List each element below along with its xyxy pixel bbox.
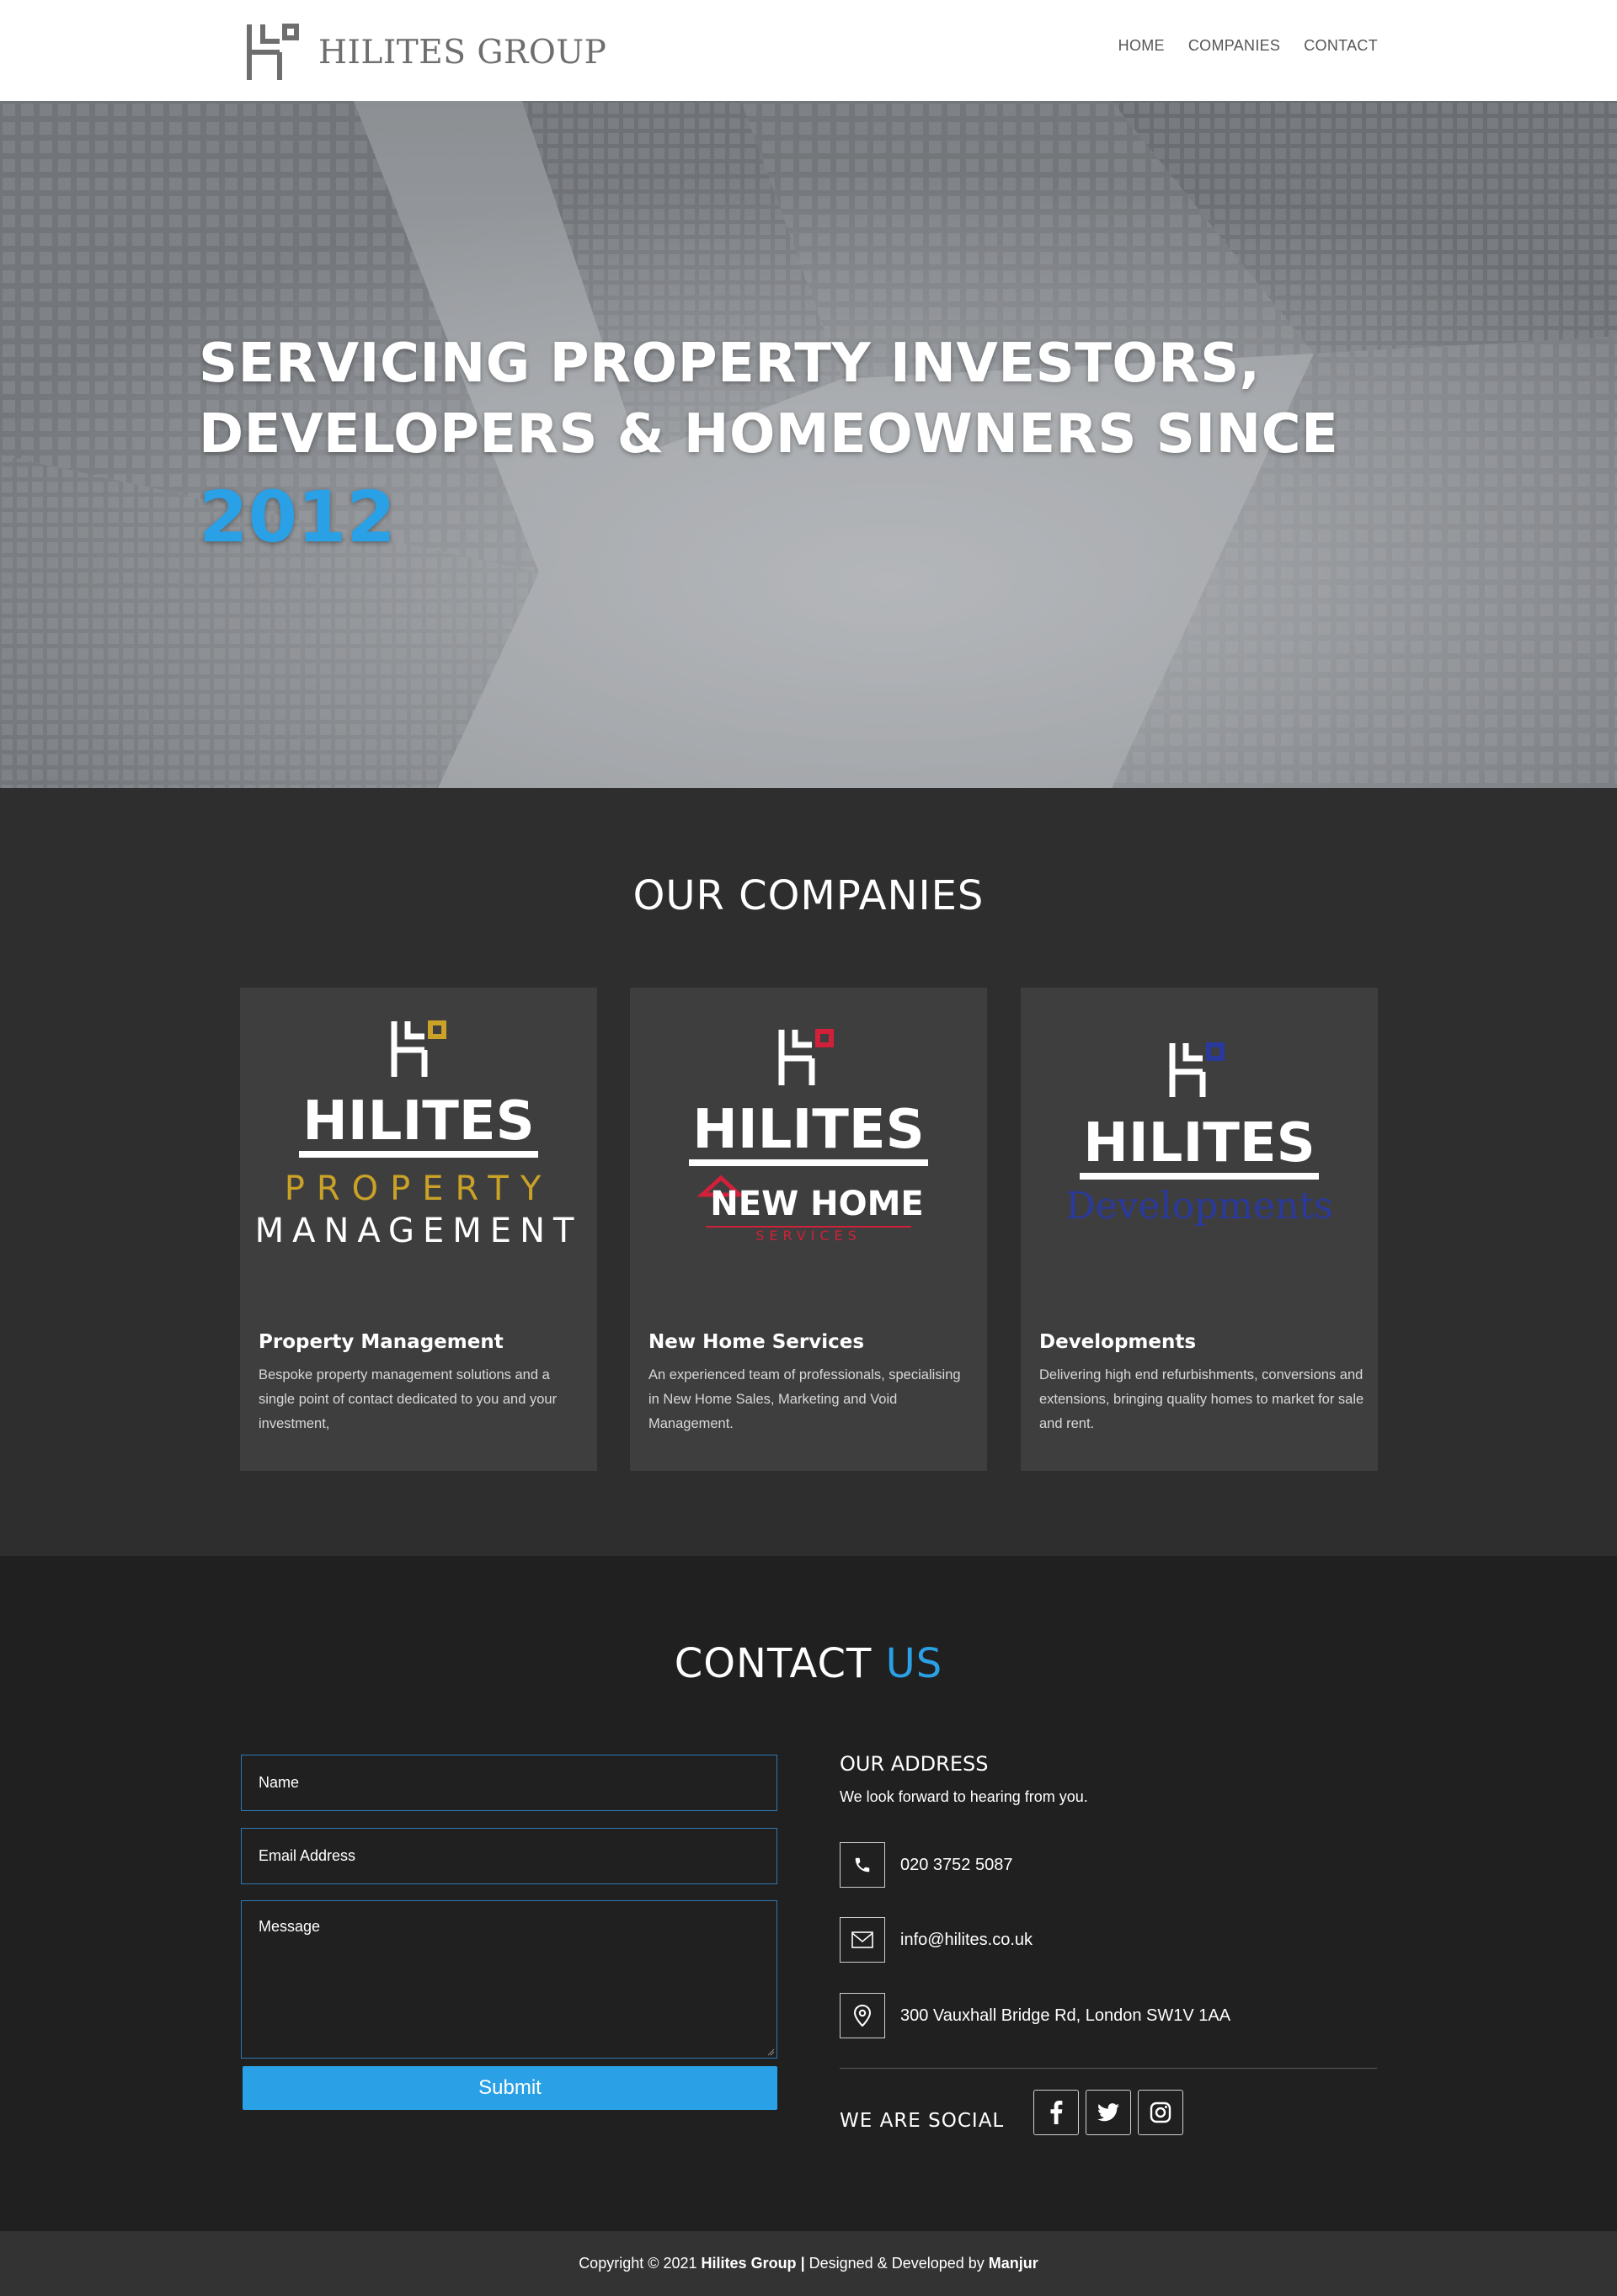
nav-contact-link[interactable]: CONTACT	[1304, 37, 1378, 55]
card-logo-sub1: PROPERTY	[285, 1169, 553, 1208]
card-logo-sub2: MANAGEMENT	[255, 1212, 583, 1250]
company-card-developments[interactable]: HILITES Developments Developments Delive…	[1021, 988, 1378, 1471]
footer-separator: |	[800, 2255, 805, 2272]
card-logo-sub1: NEW HOME	[710, 1185, 923, 1223]
site-logo[interactable]: HILITES GROUP	[246, 23, 606, 82]
contact-title: CONTACT US	[0, 1640, 1617, 1687]
street-address: 300 Vauxhall Bridge Rd, London SW1V 1AA	[900, 2006, 1231, 2025]
facebook-icon[interactable]	[1033, 2090, 1079, 2135]
card-title: Developments	[1039, 1331, 1197, 1353]
card-description: Delivering high end refurbishments, conv…	[1039, 1367, 1364, 1431]
logo-text: HILITES GROUP	[318, 33, 607, 72]
message-textarea[interactable]: Message	[241, 1900, 777, 2059]
card-logo-sub2: SERVICES	[755, 1228, 862, 1244]
name-input[interactable]: Name	[241, 1755, 777, 1811]
company-card-property-management[interactable]: HILITES PROPERTY MANAGEMENT Property Man…	[240, 988, 597, 1471]
hero-line-2: DEVELOPERS & HOMEOWNERS SINCE	[199, 403, 1339, 466]
nav-companies-link[interactable]: COMPANIES	[1188, 37, 1280, 55]
card-logo-sub1: Developments	[1065, 1185, 1332, 1228]
companies-section: OUR COMPANIES HILITES PROPERTY MANAGEMEN…	[0, 788, 1617, 1556]
hero-banner: SERVICING PROPERTY INVESTORS, DEVELOPERS…	[0, 101, 1617, 788]
envelope-icon	[840, 1917, 885, 1963]
hero-line-1: SERVICING PROPERTY INVESTORS,	[199, 333, 1261, 395]
card-title: Property Management	[259, 1331, 504, 1353]
card-logo-word: HILITES	[692, 1099, 924, 1161]
phone-icon	[840, 1842, 885, 1888]
hilites-logo-icon	[247, 24, 299, 80]
new-home-services-logo: HILITES NEW HOME SERVICES	[689, 1029, 928, 1244]
message-placeholder: Message	[259, 1918, 321, 1935]
nav-home-link[interactable]: HOME	[1118, 37, 1165, 55]
company-card-new-home-services[interactable]: HILITES NEW HOME SERVICES New Home Servi…	[630, 988, 987, 1471]
address-divider	[840, 2068, 1377, 2069]
card-description: An experienced team of professionals, sp…	[648, 1367, 961, 1431]
footer-developer-name: Manjur	[988, 2255, 1038, 2272]
card-title: New Home Services	[648, 1331, 865, 1353]
site-header: HILITES GROUP HOME COMPANIES CONTACT	[0, 0, 1617, 101]
card-description: Bespoke property management solutions an…	[259, 1367, 558, 1431]
copyright-text: Copyright © 2021	[579, 2255, 697, 2272]
social-label: WE ARE SOCIAL	[840, 2110, 1005, 2132]
phone-row[interactable]: 020 3752 5087	[840, 1842, 1012, 1888]
map-pin-icon	[840, 1993, 885, 2038]
footer-company-name: Hilites Group	[701, 2255, 797, 2272]
card-logo-word: HILITES	[1083, 1112, 1315, 1175]
property-management-logo: HILITES PROPERTY MANAGEMENT	[255, 1020, 583, 1250]
hero-year: 2012	[199, 476, 396, 558]
email-placeholder: Email Address	[259, 1847, 356, 1864]
phone-number: 020 3752 5087	[900, 1855, 1013, 1874]
companies-title: OUR COMPANIES	[632, 872, 985, 919]
site-footer: Copyright © 2021 Hilites Group | Designe…	[0, 2231, 1617, 2296]
submit-button[interactable]: Submit	[243, 2066, 777, 2110]
location-row[interactable]: 300 Vauxhall Bridge Rd, London SW1V 1AA	[840, 1993, 1230, 2038]
main-nav: HOME COMPANIES CONTACT	[1118, 37, 1378, 55]
email-row[interactable]: info@hilites.co.uk	[840, 1917, 1033, 1963]
contact-title-main: CONTACT	[674, 1640, 873, 1687]
email-address: info@hilites.co.uk	[900, 1930, 1033, 1949]
address-subtitle: We look forward to hearing from you.	[840, 1788, 1088, 1805]
instagram-icon[interactable]	[1138, 2090, 1183, 2135]
footer-credit-text: Designed & Developed by	[808, 2255, 985, 2272]
developments-logo: HILITES Developments	[1065, 1042, 1333, 1228]
twitter-icon[interactable]	[1086, 2090, 1131, 2135]
address-title: OUR ADDRESS	[840, 1752, 989, 1776]
resize-handle-icon[interactable]	[766, 2048, 775, 2056]
email-input[interactable]: Email Address	[241, 1828, 777, 1884]
contact-title-accent: US	[885, 1640, 943, 1687]
card-logo-word: HILITES	[302, 1090, 534, 1153]
contact-section: CONTACT US Name Email Address Message Su…	[0, 1556, 1617, 2231]
name-placeholder: Name	[259, 1774, 300, 1791]
hero-headline: SERVICING PROPERTY INVESTORS, DEVELOPERS…	[199, 328, 1338, 559]
